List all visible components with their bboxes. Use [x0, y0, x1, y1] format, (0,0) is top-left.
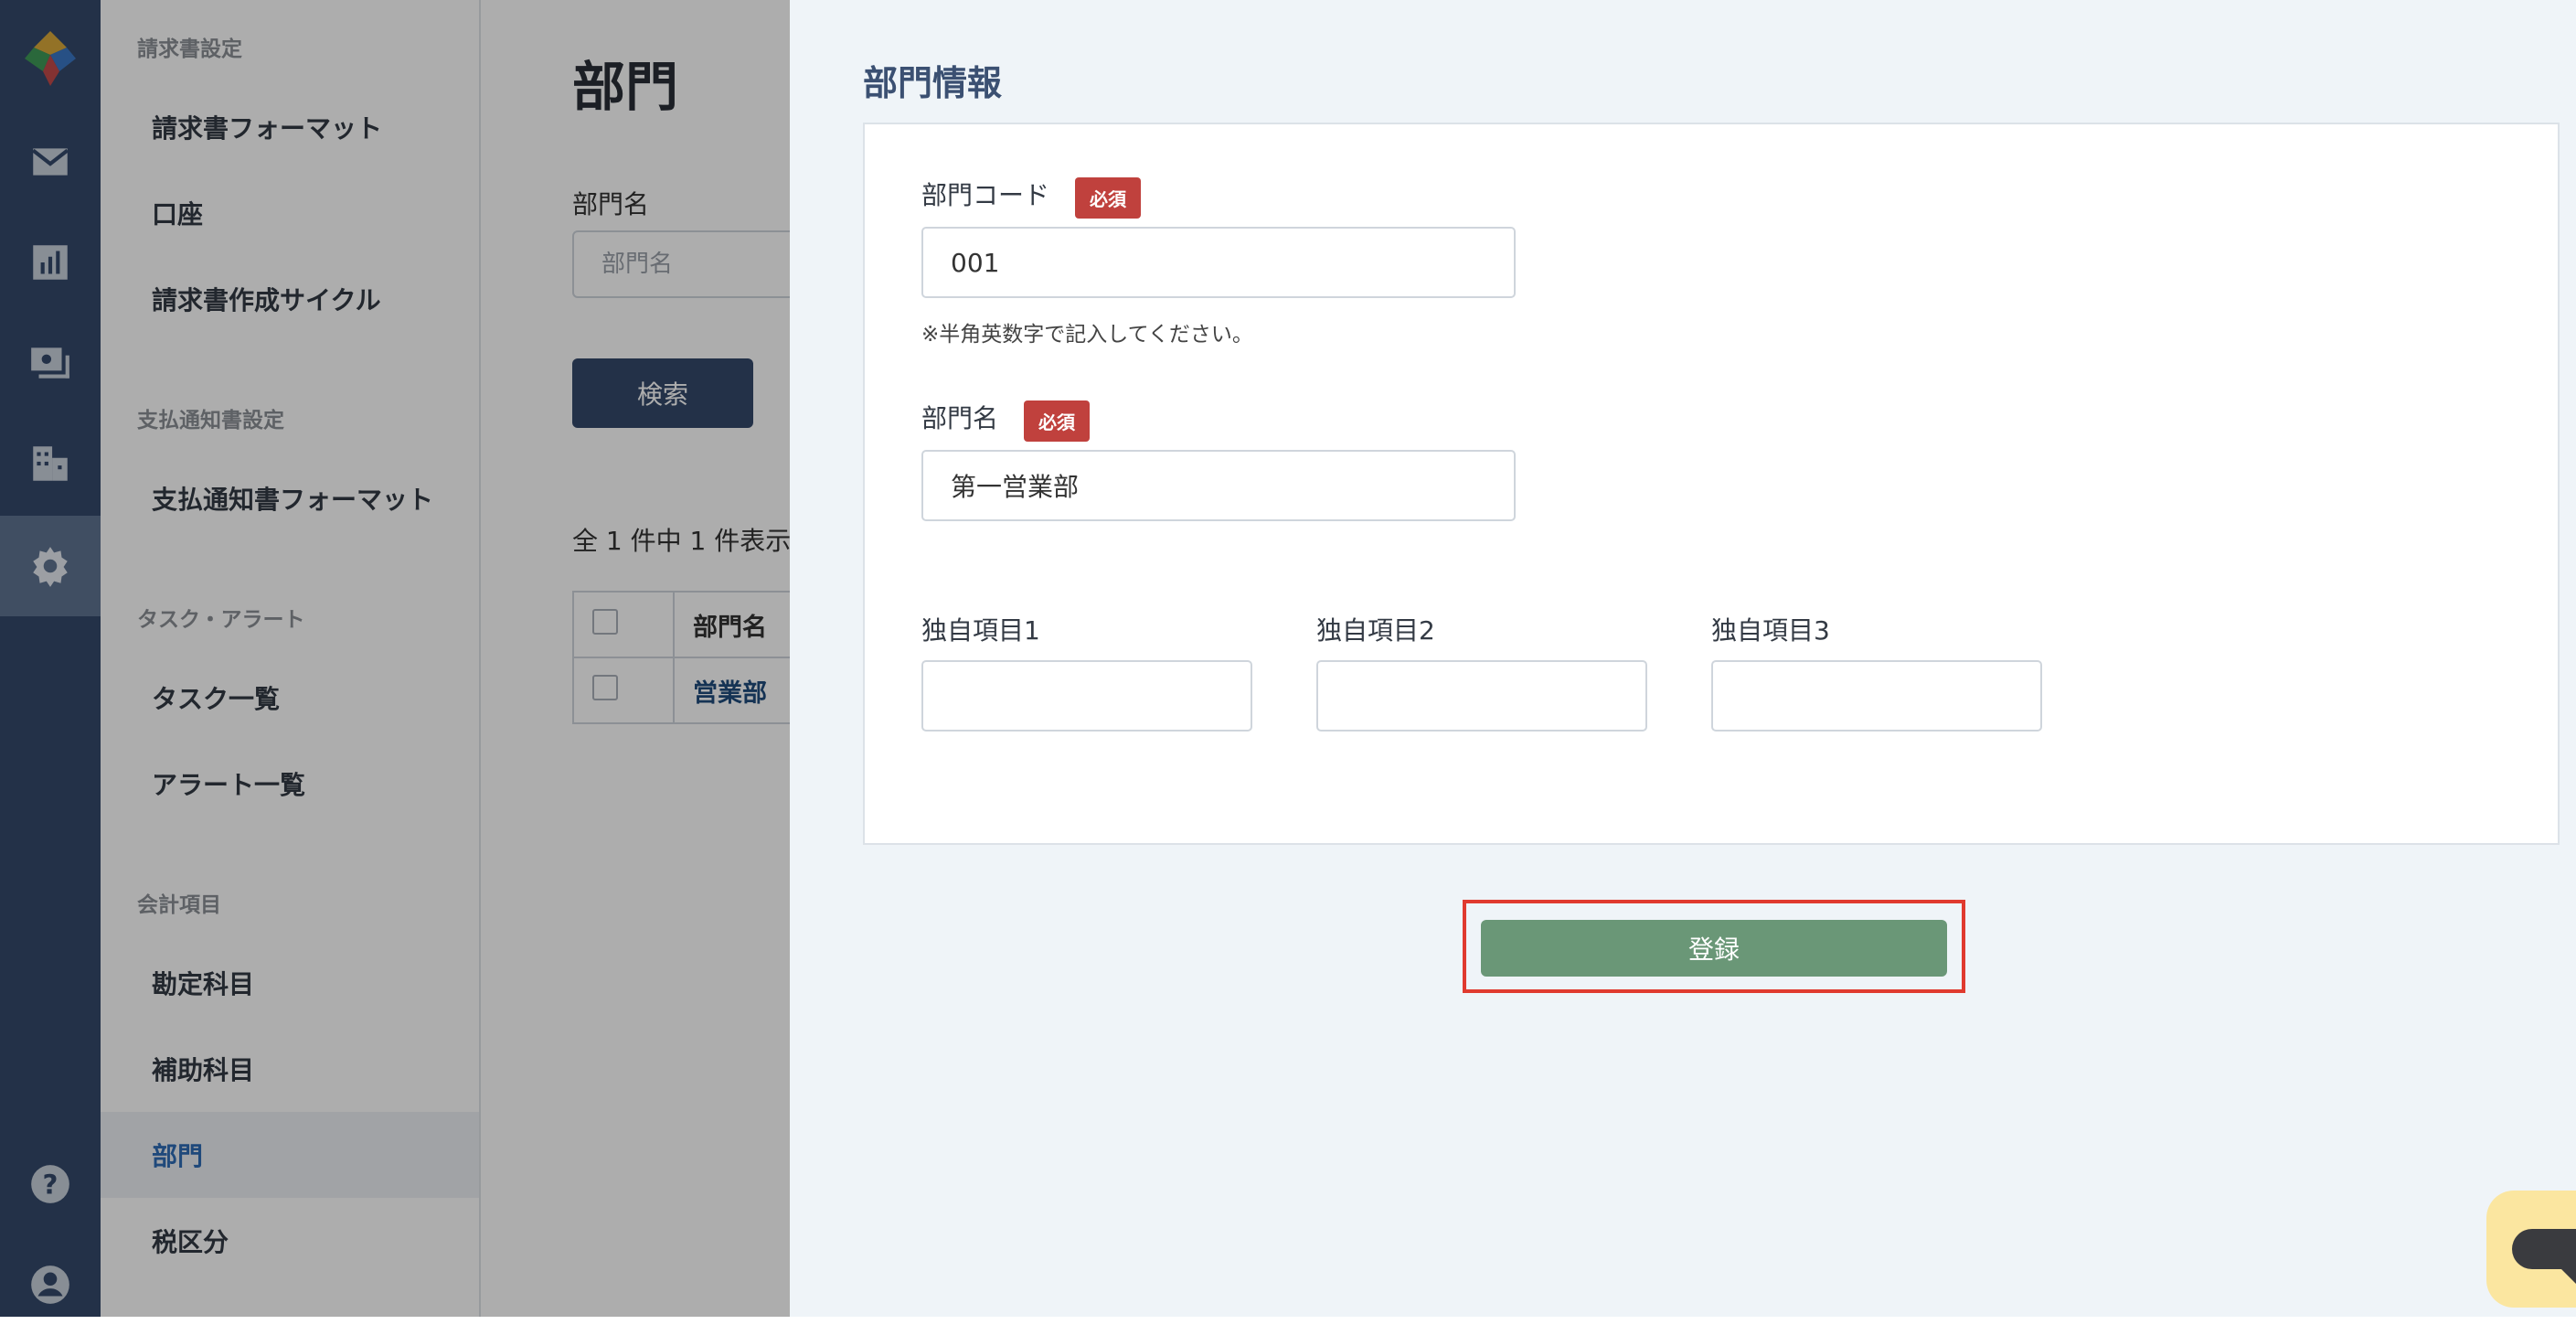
department-code-input[interactable] [921, 227, 1516, 298]
chat-bubble-icon [2512, 1229, 2576, 1284]
custom-field-3-label: 独自項目3 [1711, 615, 1830, 646]
register-button[interactable]: 登録 [1481, 920, 1947, 977]
panel-title: 部門情報 [863, 63, 1003, 103]
department-info-panel: 部門情報 部門コード 必須 ※半角英数字で記入してください。 部門名 必須 独自… [790, 0, 2576, 1317]
custom-field-1-label: 独自項目1 [921, 615, 1040, 646]
department-code-label: 部門コード [921, 180, 1050, 210]
custom-field-2-input[interactable] [1316, 660, 1647, 732]
chat-widget[interactable] [2486, 1191, 2576, 1308]
department-name-label: 部門名 [921, 403, 999, 433]
custom-field-1-input[interactable] [921, 660, 1252, 732]
required-badge: 必須 [1024, 400, 1090, 442]
department-code-hint: ※半角英数字で記入してください。 [921, 323, 1253, 347]
custom-field-3-input[interactable] [1711, 660, 2042, 732]
register-highlight-frame: 登録 [1463, 900, 1965, 993]
required-badge: 必須 [1075, 177, 1141, 219]
department-form-card: 部門コード 必須 ※半角英数字で記入してください。 部門名 必須 独自項目1 独… [863, 123, 2560, 845]
custom-field-2-label: 独自項目2 [1316, 615, 1435, 646]
department-name-input[interactable] [921, 450, 1516, 521]
